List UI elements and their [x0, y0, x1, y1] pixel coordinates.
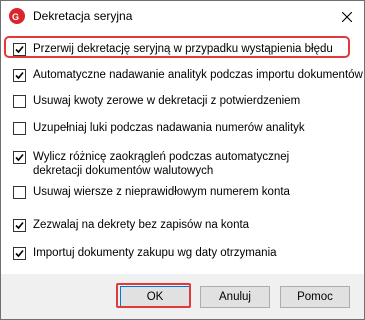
checkbox-fill-gaps[interactable] — [13, 122, 26, 135]
option-label: Zezwalaj na dekrety bez zapisów na konta — [33, 219, 250, 231]
checkbox-remove-invalid-rows[interactable] — [13, 186, 26, 199]
option-rounding-difference[interactable]: Wylicz różnicę zaokrągleń podczas automa… — [13, 150, 303, 178]
checkbox-remove-zero-amounts[interactable] — [13, 95, 26, 108]
close-icon — [342, 11, 352, 22]
option-label: Uzupełniaj luki podczas nadawania numeró… — [33, 122, 305, 134]
checkbox-auto-analytics[interactable] — [13, 69, 26, 82]
option-fill-gaps[interactable]: Uzupełniaj luki podczas nadawania numeró… — [13, 121, 305, 135]
checkmark-icon — [15, 153, 24, 162]
option-label: Usuwaj kwoty zerowe w dekretacji z potwi… — [33, 95, 301, 107]
option-remove-zero-amounts[interactable]: Usuwaj kwoty zerowe w dekretacji z potwi… — [13, 94, 300, 108]
option-label: Usuwaj wiersze z nieprawidłowym numerem … — [33, 186, 290, 198]
option-allow-no-entries[interactable]: Zezwalaj na dekrety bez zapisów na konta — [13, 218, 249, 232]
options-panel: Przerwij dekretację seryjną w przypadku … — [1, 32, 364, 274]
cancel-button[interactable]: Anuluj — [200, 286, 270, 308]
option-label: Wylicz różnicę zaokrągleń podczas automa… — [33, 151, 290, 177]
title-bar[interactable]: G Dekretacja seryjna — [1, 1, 364, 32]
help-button[interactable]: Pomoc — [280, 286, 350, 308]
checkmark-icon — [15, 249, 24, 258]
option-import-by-receipt-date[interactable]: Importuj dokumenty zakupu wg daty otrzym… — [13, 246, 277, 260]
checkbox-rounding-difference[interactable] — [13, 151, 26, 164]
checkbox-import-by-receipt-date[interactable] — [13, 247, 26, 260]
checkmark-icon — [15, 71, 24, 80]
app-logo-icon: G — [9, 8, 25, 24]
option-remove-invalid-rows[interactable]: Usuwaj wiersze z nieprawidłowym numerem … — [13, 185, 290, 199]
option-label: Automatyczne nadawanie analityk podczas … — [33, 69, 363, 81]
first-option-highlight — [4, 36, 350, 58]
checkmark-icon — [15, 221, 24, 230]
option-auto-analytics[interactable]: Automatyczne nadawanie analityk podczas … — [13, 68, 363, 82]
option-label: Importuj dokumenty zakupu wg daty otrzym… — [33, 247, 277, 259]
checkbox-allow-no-entries[interactable] — [13, 219, 26, 232]
ok-button-highlight — [116, 283, 191, 308]
close-button[interactable] — [330, 1, 364, 32]
window-title: Dekretacja seryjna — [33, 9, 133, 23]
svg-text:G: G — [12, 12, 19, 22]
